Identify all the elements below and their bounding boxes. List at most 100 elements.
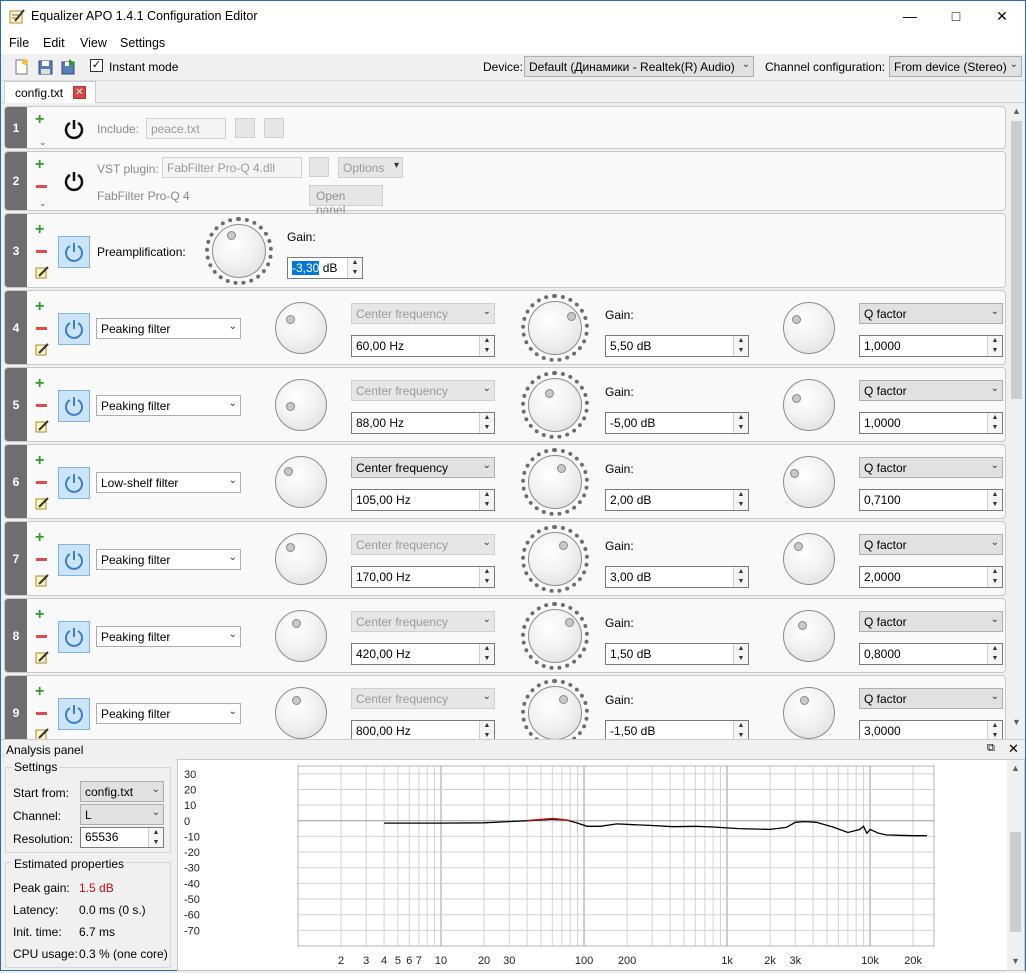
q-knob[interactable] xyxy=(783,379,835,431)
remove-filter-icon[interactable] xyxy=(36,404,47,407)
spin-up-icon[interactable]: ▲ xyxy=(480,567,494,577)
frequency-mode-select[interactable]: Center frequency ⌄ xyxy=(351,688,495,709)
scroll-thumb[interactable] xyxy=(1011,121,1022,399)
spin-up-icon[interactable]: ▲ xyxy=(480,413,494,423)
spin-down-icon[interactable]: ▼ xyxy=(480,346,494,356)
spin-down-icon[interactable]: ▼ xyxy=(734,731,748,739)
spin-down-icon[interactable]: ▼ xyxy=(734,500,748,510)
gain-knob[interactable] xyxy=(528,532,582,586)
spin-up-icon[interactable]: ▲ xyxy=(988,644,1002,654)
q-knob[interactable] xyxy=(783,456,835,508)
frequency-knob[interactable] xyxy=(275,379,327,431)
spin-up-icon[interactable]: ▲ xyxy=(988,336,1002,346)
frequency-knob[interactable] xyxy=(275,456,327,508)
add-filter-icon[interactable]: + xyxy=(35,299,47,315)
filter-type-select[interactable]: Peaking filter ⌄ xyxy=(96,703,241,724)
q-knob[interactable] xyxy=(783,687,835,739)
filter-type-select[interactable]: Peaking filter ⌄ xyxy=(96,395,241,416)
spin-down-icon[interactable]: ▼ xyxy=(480,500,494,510)
channel-select[interactable]: L ⌄ xyxy=(80,804,164,825)
gain-knob[interactable] xyxy=(528,686,582,739)
q-knob[interactable] xyxy=(783,302,835,354)
filter-type-select[interactable]: Peaking filter ⌄ xyxy=(96,549,241,570)
spin-up-icon[interactable]: ▲ xyxy=(988,567,1002,577)
spin-up-icon[interactable]: ▲ xyxy=(480,644,494,654)
scroll-thumb[interactable] xyxy=(1010,832,1021,932)
frequency-mode-select[interactable]: Center frequency ⌄ xyxy=(351,303,495,324)
filter-type-select[interactable]: Low-shelf filter ⌄ xyxy=(96,472,241,493)
spin-down-icon[interactable]: ▼ xyxy=(149,838,163,848)
frequency-knob[interactable] xyxy=(275,687,327,739)
q-input[interactable]: 0,8000 ▲ ▼ xyxy=(859,643,1003,665)
frequency-input[interactable]: 105,00 Hz ▲ ▼ xyxy=(351,489,495,511)
close-panel-icon[interactable]: ✕ xyxy=(1008,741,1019,757)
scroll-down-icon[interactable]: ▼ xyxy=(1008,714,1025,731)
q-input[interactable]: 1,0000 ▲ ▼ xyxy=(859,335,1003,357)
plot-scrollbar[interactable]: ▲ ▼ xyxy=(1007,760,1024,970)
edit-icon[interactable] xyxy=(35,343,49,356)
spin-down-icon[interactable]: ▼ xyxy=(480,731,494,739)
spin-up-icon[interactable]: ▲ xyxy=(734,721,748,731)
scroll-down-icon[interactable]: ▼ xyxy=(1007,953,1024,970)
q-input[interactable]: 0,7100 ▲ ▼ xyxy=(859,489,1003,511)
frequency-input[interactable]: 88,00 Hz ▲ ▼ xyxy=(351,412,495,434)
spin-up-icon[interactable]: ▲ xyxy=(734,413,748,423)
edit-icon[interactable] xyxy=(35,651,49,664)
frequency-knob[interactable] xyxy=(275,610,327,662)
edit-icon[interactable] xyxy=(35,420,49,433)
q-mode-select[interactable]: Q factor ⌄ xyxy=(859,380,1003,401)
spin-down-icon[interactable]: ▼ xyxy=(988,423,1002,433)
spin-up-icon[interactable]: ▲ xyxy=(988,721,1002,731)
frequency-mode-select[interactable]: Center frequency ⌄ xyxy=(351,611,495,632)
frequency-input[interactable]: 420,00 Hz ▲ ▼ xyxy=(351,643,495,665)
power-icon[interactable] xyxy=(58,313,90,345)
spin-up-icon[interactable]: ▲ xyxy=(480,721,494,731)
frequency-mode-select[interactable]: Center frequency ⌄ xyxy=(351,534,495,555)
frequency-knob[interactable] xyxy=(275,302,327,354)
spin-down-icon[interactable]: ▼ xyxy=(988,577,1002,587)
gain-knob[interactable] xyxy=(528,301,582,355)
q-knob[interactable] xyxy=(783,533,835,585)
power-icon[interactable] xyxy=(58,698,90,730)
gain-knob[interactable] xyxy=(528,455,582,509)
q-knob[interactable] xyxy=(783,610,835,662)
add-filter-icon[interactable]: + xyxy=(35,684,47,700)
spin-up-icon[interactable]: ▲ xyxy=(988,413,1002,423)
spin-up-icon[interactable]: ▲ xyxy=(480,490,494,500)
remove-filter-icon[interactable] xyxy=(36,327,47,330)
spin-up-icon[interactable]: ▲ xyxy=(734,336,748,346)
remove-filter-icon[interactable] xyxy=(36,635,47,638)
gain-input[interactable]: 1,50 dB ▲ ▼ xyxy=(605,643,749,665)
gain-input[interactable]: 5,50 dB ▲ ▼ xyxy=(605,335,749,357)
spin-down-icon[interactable]: ▼ xyxy=(734,423,748,433)
power-icon[interactable] xyxy=(58,467,90,499)
gain-knob[interactable] xyxy=(528,609,582,663)
q-mode-select[interactable]: Q factor ⌄ xyxy=(859,303,1003,324)
spin-down-icon[interactable]: ▼ xyxy=(734,654,748,664)
scroll-up-icon[interactable]: ▲ xyxy=(1007,760,1024,777)
edit-icon[interactable] xyxy=(35,728,49,739)
spin-down-icon[interactable]: ▼ xyxy=(988,654,1002,664)
gain-input[interactable]: 2,00 dB ▲ ▼ xyxy=(605,489,749,511)
gain-input[interactable]: -5,00 dB ▲ ▼ xyxy=(605,412,749,434)
spin-down-icon[interactable]: ▼ xyxy=(988,346,1002,356)
resolution-input[interactable]: 65536 ▲ ▼ xyxy=(80,827,164,848)
filter-type-select[interactable]: Peaking filter ⌄ xyxy=(96,318,241,339)
gain-input[interactable]: 3,00 dB ▲ ▼ xyxy=(605,566,749,588)
power-icon[interactable] xyxy=(58,544,90,576)
spin-up-icon[interactable]: ▲ xyxy=(734,567,748,577)
q-mode-select[interactable]: Q factor ⌄ xyxy=(859,534,1003,555)
remove-filter-icon[interactable] xyxy=(36,558,47,561)
spin-up-icon[interactable]: ▲ xyxy=(734,490,748,500)
edit-icon[interactable] xyxy=(35,497,49,510)
q-input[interactable]: 2,0000 ▲ ▼ xyxy=(859,566,1003,588)
q-mode-select[interactable]: Q factor ⌄ xyxy=(859,457,1003,478)
q-input[interactable]: 3,0000 ▲ ▼ xyxy=(859,720,1003,739)
gain-knob[interactable] xyxy=(528,378,582,432)
q-input[interactable]: 1,0000 ▲ ▼ xyxy=(859,412,1003,434)
spin-down-icon[interactable]: ▼ xyxy=(480,577,494,587)
spin-up-icon[interactable]: ▲ xyxy=(480,336,494,346)
spin-up-icon[interactable]: ▲ xyxy=(988,490,1002,500)
remove-filter-icon[interactable] xyxy=(36,712,47,715)
frequency-input[interactable]: 800,00 Hz ▲ ▼ xyxy=(351,720,495,739)
